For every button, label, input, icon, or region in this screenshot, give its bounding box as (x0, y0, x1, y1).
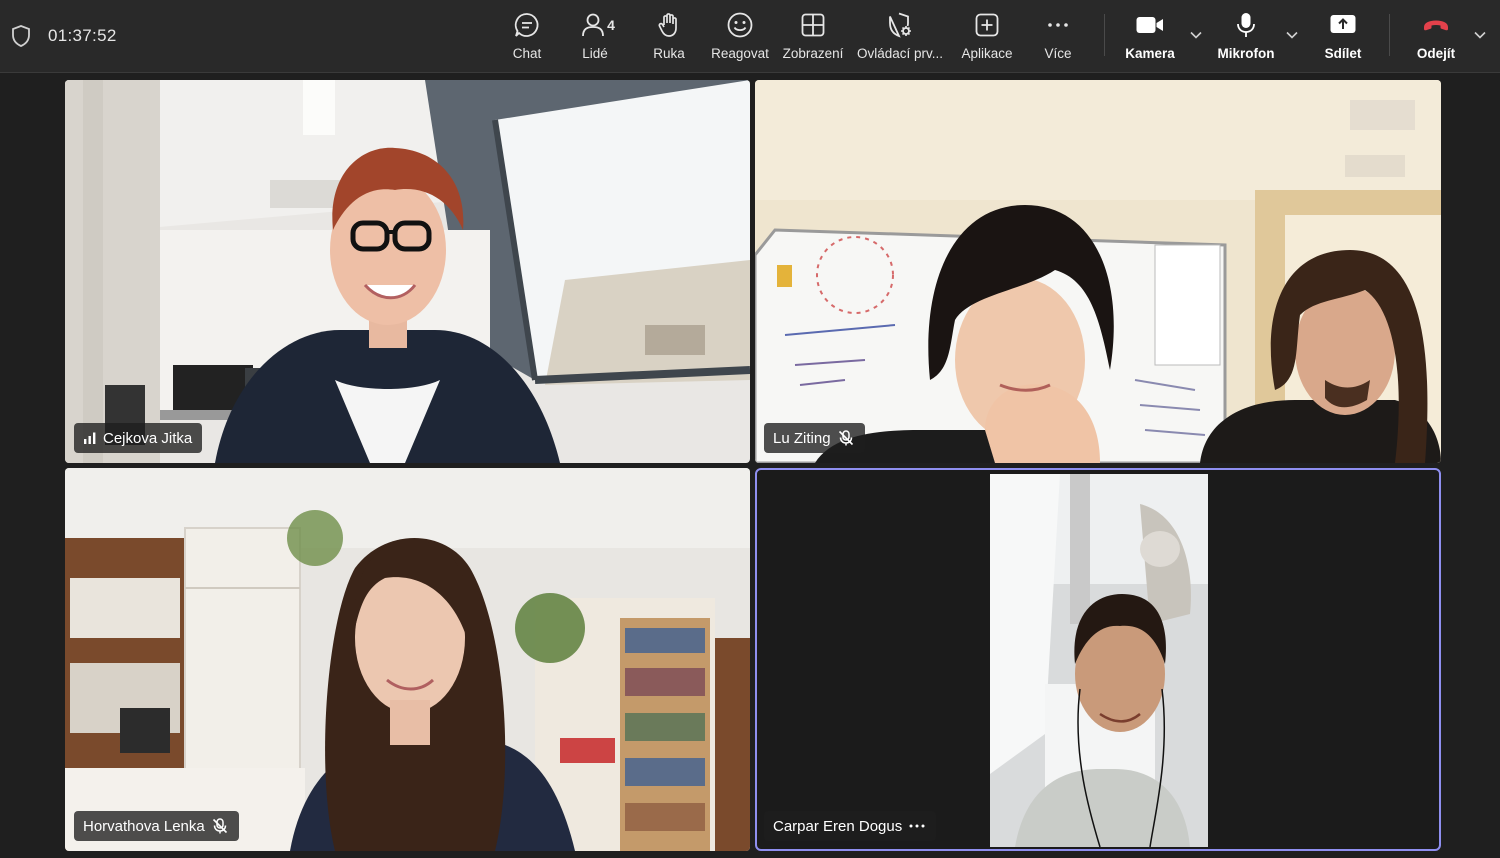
microphone-icon (1237, 13, 1255, 37)
shield-icon (12, 25, 30, 47)
participant-name-tag: Cejkova Jitka (74, 423, 203, 453)
view-button[interactable]: Zobrazení (782, 8, 844, 66)
people-count-badge: 4 (607, 17, 615, 33)
mic-muted-icon (838, 430, 853, 446)
hang-up-icon (1424, 20, 1448, 31)
participant-name-tag: Horvathova Lenka (74, 811, 239, 841)
mic-label: Mikrofon (1217, 46, 1275, 61)
participant-video-tile[interactable]: Cejkova Jitka (65, 80, 750, 463)
leave-options-chevron-icon[interactable] (1473, 30, 1487, 40)
mic-options-chevron-icon[interactable] (1285, 30, 1299, 40)
more-dots-icon (1048, 23, 1068, 27)
more-options-icon[interactable] (908, 817, 926, 835)
apps-label: Aplikace (961, 46, 1013, 61)
apps-button[interactable]: Aplikace (958, 8, 1016, 66)
leave-button[interactable]: Odejít (1412, 8, 1460, 66)
camera-options-chevron-icon[interactable] (1189, 30, 1203, 40)
people-icon (582, 13, 604, 37)
mic-button[interactable]: Mikrofon (1214, 8, 1278, 66)
controls-label: Ovládací prv... (856, 46, 944, 61)
participant-name: Horvathova Lenka (83, 817, 205, 835)
chat-button[interactable]: Chat (507, 8, 547, 66)
signal-bars-icon (84, 432, 96, 444)
raise-hand-label: Ruka (653, 46, 685, 61)
chat-icon (514, 13, 539, 37)
raise-hand-button[interactable]: Ruka (649, 8, 689, 66)
view-label: Zobrazení (782, 46, 844, 61)
toolbar-divider (1389, 14, 1390, 56)
camera-icon (1136, 17, 1163, 33)
participant-video-feed (65, 468, 750, 851)
participant-name-tag: Carpar Eren Dogus (764, 811, 937, 841)
people-label: Lidé (582, 46, 608, 61)
participant-video-tile[interactable]: Lu Ziting (755, 80, 1441, 463)
more-button[interactable]: Více (1038, 8, 1078, 66)
grid-view-icon (801, 13, 825, 37)
share-label: Sdílet (1324, 46, 1362, 61)
more-label: Více (1044, 46, 1072, 61)
participant-video-tile[interactable]: Horvathova Lenka (65, 468, 750, 851)
react-button[interactable]: Reagovat (710, 8, 770, 66)
add-app-icon (975, 13, 999, 37)
mic-muted-icon (212, 818, 227, 834)
react-label: Reagovat (711, 46, 769, 61)
participant-name-tag: Lu Ziting (764, 423, 865, 453)
hand-icon (658, 13, 677, 37)
participant-video-feed (65, 80, 750, 463)
participant-video-frame (990, 474, 1208, 847)
camera-button[interactable]: Kamera (1122, 8, 1178, 66)
meeting-toolbar: 01:37:52 Chat 4 Lidé Ruka Reagovat Zobra… (0, 0, 1500, 73)
participant-video-feed (990, 474, 1208, 847)
participant-name: Carpar Eren Dogus (773, 817, 903, 835)
people-button[interactable]: 4 Lidé (576, 8, 620, 66)
controls-button[interactable]: Ovládací prv... (855, 8, 945, 66)
smiley-icon (727, 12, 753, 38)
participant-video-feed (755, 80, 1441, 463)
active-speaker-tile[interactable]: Carpar Eren Dogus (755, 468, 1441, 851)
leave-label: Odejít (1416, 46, 1456, 61)
chat-label: Chat (512, 46, 542, 61)
camera-label: Kamera (1125, 46, 1175, 61)
share-button[interactable]: Sdílet (1320, 8, 1366, 66)
participant-name: Lu Ziting (773, 429, 831, 447)
participant-name: Cejkova Jitka (103, 429, 193, 447)
share-screen-icon (1330, 15, 1356, 33)
shield-settings-icon (889, 12, 911, 38)
call-timer: 01:37:52 (48, 26, 117, 45)
toolbar-divider (1104, 14, 1105, 56)
